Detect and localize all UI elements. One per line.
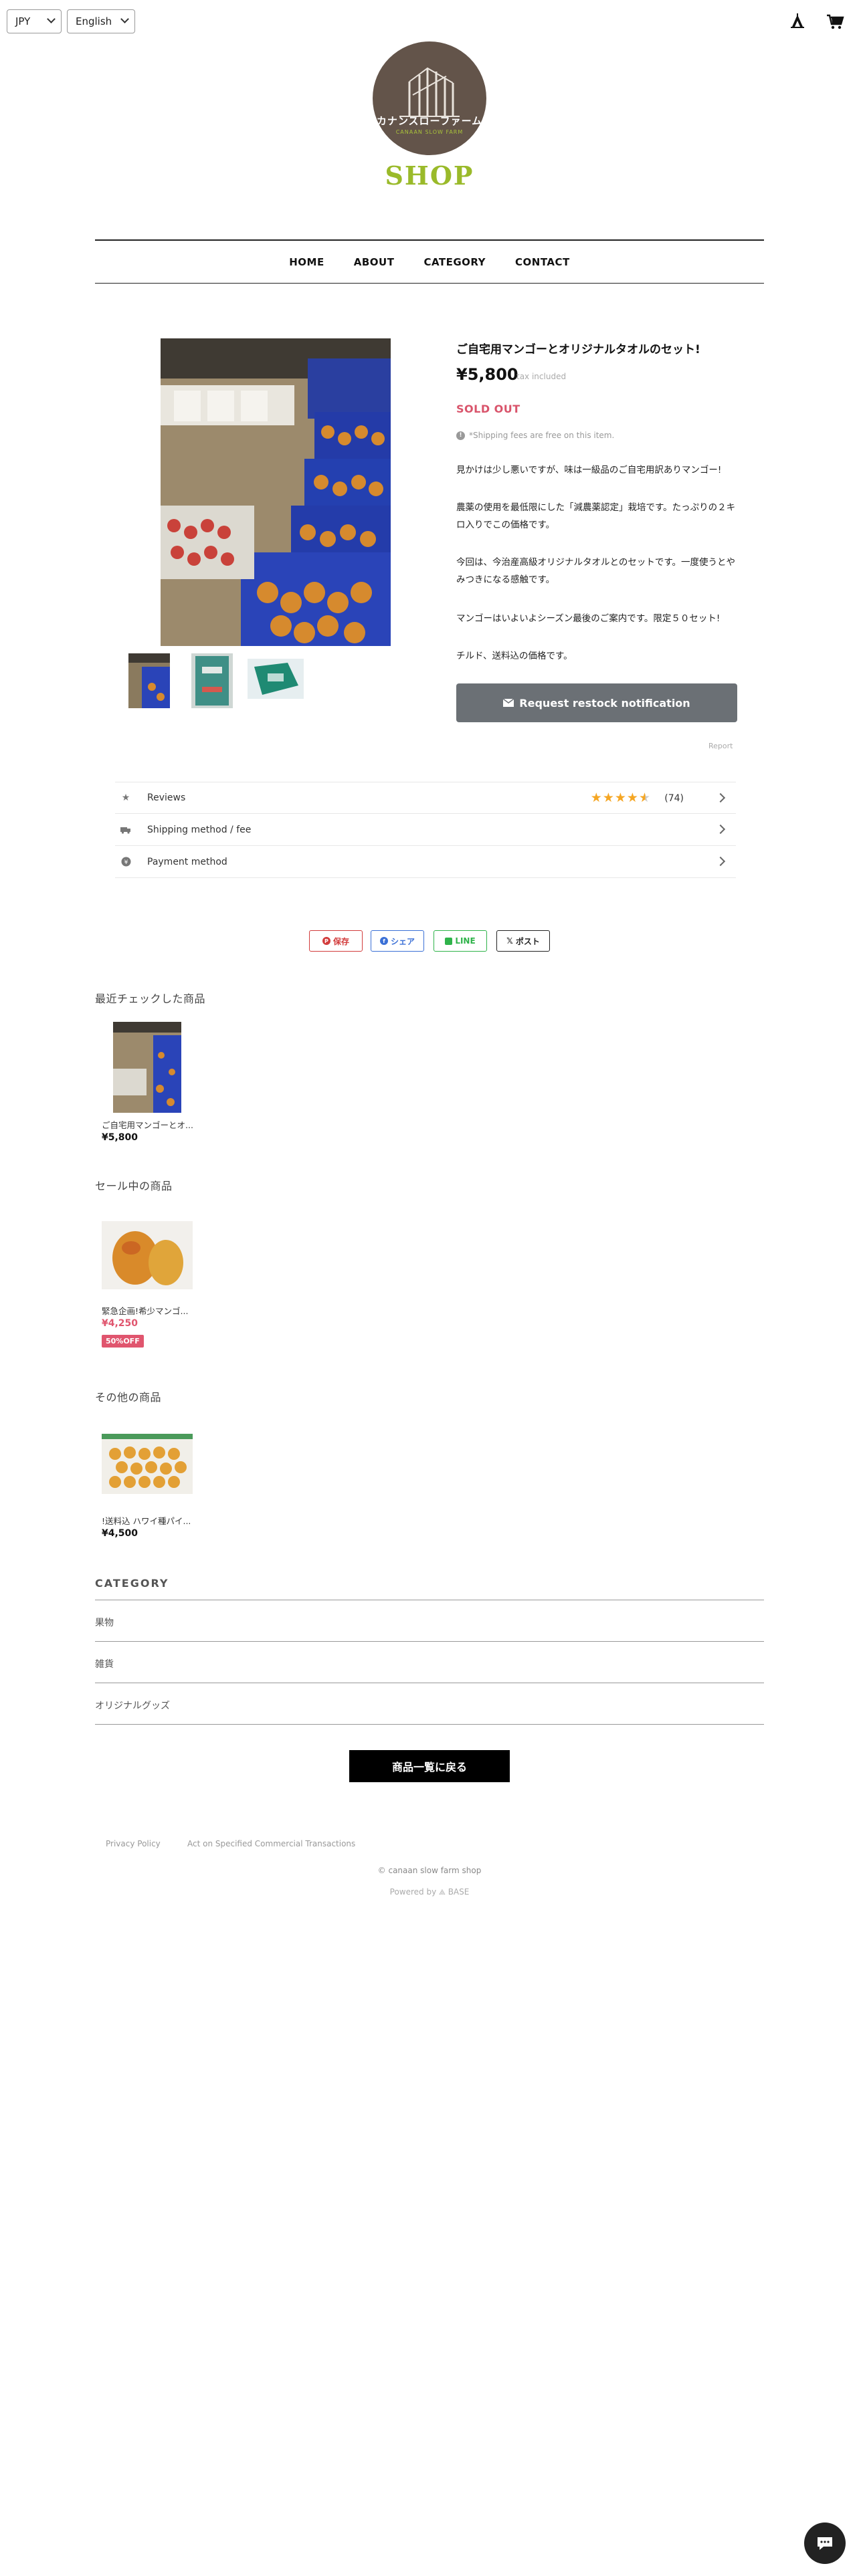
- restock-label: Request restock notification: [519, 696, 690, 710]
- chevron-right-icon: [715, 824, 726, 835]
- sale-section-title: セール中の商品: [95, 1180, 173, 1192]
- thumbnail-1[interactable]: [128, 653, 170, 708]
- store-icon[interactable]: [788, 12, 807, 31]
- powered-by: Powered by ⟁ BASE: [0, 1887, 859, 1897]
- base-logo-icon: ⟁: [439, 1888, 446, 1897]
- other-product-image[interactable]: [102, 1434, 193, 1494]
- nav-contact[interactable]: CONTACT: [515, 256, 570, 268]
- category-title: CATEGORY: [95, 1577, 169, 1590]
- payment-method-label: Payment method: [147, 856, 227, 867]
- nav-home[interactable]: HOME: [289, 256, 324, 268]
- other-product-price: ¥4,500: [102, 1528, 138, 1539]
- review-count: (74): [664, 793, 684, 804]
- line-share-button[interactable]: LINE: [434, 930, 487, 952]
- star-icon: ★: [121, 792, 130, 803]
- envelope-icon: [503, 699, 514, 707]
- description-line: 見かけは少し悪いですが、味は一級品のご自宅用訳ありマンゴー!: [456, 465, 722, 475]
- description-line: マンゴーはいよいよシーズン最後のご案内です。限定５０セット!: [456, 613, 721, 624]
- discount-badge: 50%OFF: [102, 1335, 144, 1348]
- thumbnail-2[interactable]: [191, 653, 233, 708]
- product-price: ¥5,800: [456, 365, 518, 384]
- reviews-row[interactable]: ★ Reviews ★ ★ ★ ★ ★ (74): [115, 782, 736, 814]
- recently-viewed-title: 最近チェックした商品: [95, 992, 206, 1005]
- language-value: English: [76, 15, 112, 27]
- shipping-method-row[interactable]: Shipping method / fee: [115, 814, 736, 846]
- description-line: 農薬の使用を最低限にした「減農薬認定」栽培です。たっぷりの２キロ入りでこの価格で…: [456, 502, 736, 530]
- shop-logo[interactable]: カナンスローファーム CANAAN SLOW FARM: [373, 41, 486, 155]
- post-label: ポスト: [515, 936, 540, 946]
- payment-method-row[interactable]: ¥ Payment method: [115, 846, 736, 878]
- category-item[interactable]: オリジナルグッズ: [95, 1699, 170, 1712]
- facebook-share-label: シェア: [390, 936, 415, 946]
- commercial-transactions-link[interactable]: Act on Specified Commercial Transactions: [187, 1839, 355, 1848]
- thumbnail-3[interactable]: [248, 659, 304, 699]
- nav-category[interactable]: CATEGORY: [423, 256, 486, 268]
- chevron-right-icon: [715, 792, 726, 803]
- shop-wordmark: SHOP: [385, 160, 474, 191]
- recent-product-name[interactable]: ご自宅用マンゴーとオ...: [102, 1118, 193, 1131]
- x-post-button[interactable]: 𝕏 ポスト: [496, 930, 550, 952]
- shipping-note: ! *Shipping fees are free on this item.: [456, 431, 614, 440]
- facebook-icon: f: [379, 937, 388, 945]
- base-brand[interactable]: BASE: [448, 1887, 470, 1897]
- report-link[interactable]: Report: [708, 742, 733, 750]
- logo-japanese-text: カナンスローファーム: [376, 115, 483, 127]
- copyright: © canaan slow farm shop: [377, 1866, 482, 1875]
- cart-icon[interactable]: [826, 12, 844, 31]
- product-main-image[interactable]: [161, 338, 391, 646]
- rating-stars: ★ ★ ★ ★ ★: [590, 790, 650, 805]
- privacy-policy-link[interactable]: Privacy Policy: [106, 1839, 161, 1848]
- recent-product-image[interactable]: [113, 1022, 181, 1113]
- shipping-method-label: Shipping method / fee: [147, 824, 252, 835]
- restock-notification-button[interactable]: Request restock notification: [456, 683, 737, 722]
- description-line: 今回は、今治産高級オリジナルタオルとのセットです。一度使うとやみつきになる感触で…: [456, 557, 736, 585]
- svg-text:¥: ¥: [124, 859, 128, 866]
- truck-icon: [120, 825, 131, 835]
- description-line: チルド、送料込の価格です。: [456, 651, 573, 661]
- currency-value: JPY: [15, 15, 31, 27]
- category-item[interactable]: 果物: [95, 1616, 114, 1629]
- sold-out-status: SOLD OUT: [456, 403, 520, 415]
- sale-product-name[interactable]: 緊急企画!希少マンゴ...: [102, 1304, 188, 1317]
- save-label: 保存: [332, 936, 349, 946]
- back-to-list-button[interactable]: 商品一覧に戻る: [349, 1750, 510, 1782]
- shipping-note-text: *Shipping fees are free on this item.: [469, 431, 615, 440]
- product-title: ご自宅用マンゴーとオリジナルタオルのセット!: [456, 343, 700, 356]
- currency-select[interactable]: JPY: [7, 9, 62, 33]
- reviews-label: Reviews: [147, 792, 186, 803]
- line-label: LINE: [455, 936, 476, 946]
- pinterest-save-button[interactable]: P 保存: [309, 930, 363, 952]
- info-icon: !: [456, 431, 465, 440]
- line-icon: [445, 937, 453, 945]
- main-nav: HOME ABOUT CATEGORY CONTACT: [95, 239, 764, 284]
- chevron-down-icon: [47, 15, 56, 23]
- chevron-right-icon: [715, 856, 726, 867]
- recent-product-price: ¥5,800: [102, 1132, 138, 1143]
- other-product-name[interactable]: !送料込 ハワイ種パイ...: [102, 1514, 191, 1527]
- chat-bubble-icon: [818, 2537, 832, 2550]
- payment-icon: ¥: [120, 857, 131, 867]
- nav-about[interactable]: ABOUT: [354, 256, 395, 268]
- divider: [95, 1724, 764, 1725]
- logo-english-text: CANAAN SLOW FARM: [395, 129, 464, 135]
- category-item[interactable]: 雑貨: [95, 1657, 114, 1671]
- facebook-share-button[interactable]: f シェア: [371, 930, 424, 952]
- language-select[interactable]: English: [67, 9, 135, 33]
- chat-button[interactable]: [804, 2523, 846, 2564]
- sale-product-price: ¥4,250: [102, 1318, 138, 1329]
- powered-by-text: Powered by: [389, 1887, 437, 1897]
- divider: [95, 1641, 764, 1642]
- sale-product-image[interactable]: [102, 1221, 193, 1289]
- other-products-title: その他の商品: [95, 1391, 162, 1404]
- tax-note: tax included: [516, 372, 567, 381]
- chevron-down-icon: [120, 15, 129, 23]
- pinterest-icon: P: [322, 937, 330, 945]
- x-icon: 𝕏: [506, 936, 513, 946]
